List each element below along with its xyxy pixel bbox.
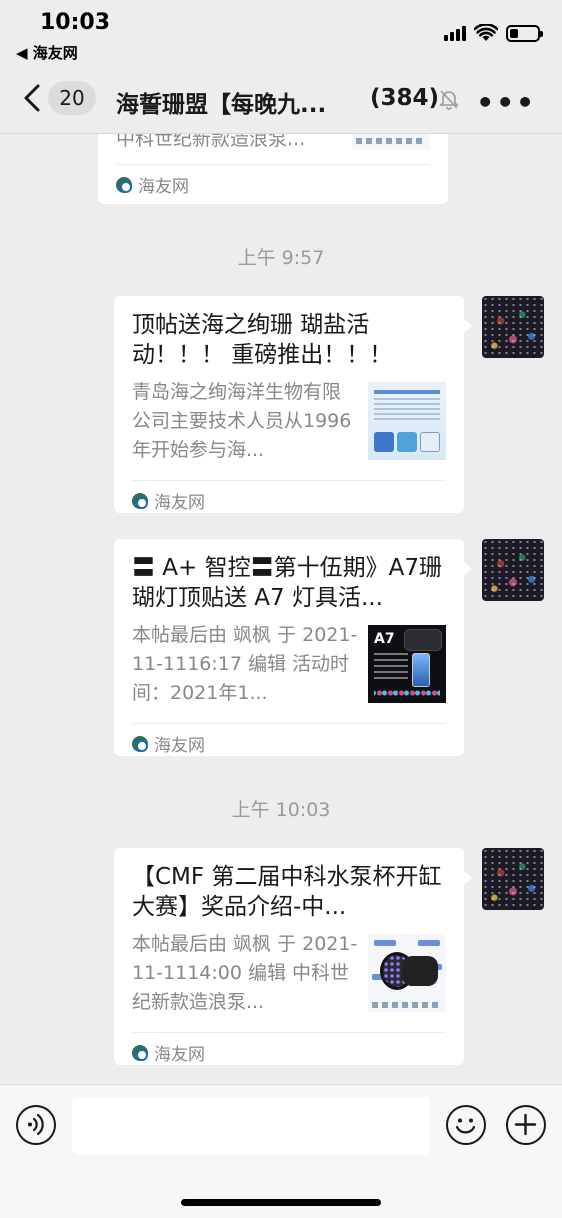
bubble-arrow xyxy=(463,318,472,334)
timestamp: 上午 9:57 xyxy=(237,247,325,269)
battery-level xyxy=(510,28,518,38)
message-input-bar xyxy=(0,1084,562,1218)
bubble-arrow xyxy=(463,561,472,577)
back-arrow-icon[interactable] xyxy=(18,82,48,114)
reef-salt-product-thumbnail xyxy=(368,382,446,460)
card-source-label: 海友网 xyxy=(138,177,189,197)
card-title: 〓 A+ 智控〓第十伍期》A7珊 瑚灯顶贴送 A7 灯具活... xyxy=(132,555,442,611)
card-description: 中科世纪新款造浪泵... xyxy=(116,134,306,150)
member-count: (384) xyxy=(370,85,440,111)
message-text-input[interactable] xyxy=(72,1097,430,1155)
sender-avatar[interactable] xyxy=(482,539,544,601)
wifi-icon xyxy=(474,24,498,41)
emoji-icon[interactable] xyxy=(446,1105,486,1145)
card-title: 【CMF 第二届中科水泵杯开缸大赛】奖品介绍-中... xyxy=(132,864,442,920)
card-description: 本帖最后由 飒枫 于 2021-11-1114:00 编辑 中科世纪新款造浪泵.… xyxy=(132,933,358,1013)
a7-lamp-thumbnail: A7 xyxy=(368,625,446,703)
status-time: 10:03 xyxy=(40,10,111,35)
haiyouwang-logo-icon xyxy=(132,1044,148,1061)
card-source: 海友网 xyxy=(132,723,446,763)
chat-title: 海誓珊盟【每晚九... xyxy=(116,92,327,118)
card-title: 顶帖送海之绚珊 瑚盐活动！！！ 重磅推出！！！ xyxy=(132,312,393,368)
home-indicator[interactable] xyxy=(181,1199,381,1206)
bubble-arrow xyxy=(463,870,472,886)
battery-icon xyxy=(506,24,543,42)
card-description: 青岛海之绚海洋生物有限公司主要技术人员从1996年开始参与海... xyxy=(132,381,352,461)
card-body: 本帖最后由 飒枫 于 2021-11-1114:00 编辑 中科世纪新款造浪泵.… xyxy=(132,930,446,1022)
card-source-label: 海友网 xyxy=(154,736,205,756)
haiyouwang-logo-icon xyxy=(132,735,148,752)
mute-bell-icon xyxy=(439,90,459,110)
back-to-app-link[interactable]: ◀ 海友网 xyxy=(16,42,78,63)
card-source: 海友网 xyxy=(132,1032,446,1072)
card-body: 本帖最后由 飒枫 于 2021-11-1116:17 编辑 活动时间：2021年… xyxy=(132,621,446,713)
cellular-signal-icon xyxy=(444,25,466,41)
card-source: 海友网 xyxy=(132,480,446,520)
card-source-label: 海友网 xyxy=(154,1045,205,1065)
chat-header: 20 海誓珊盟【每晚九... (384) ••• xyxy=(0,64,562,134)
chat-message-list[interactable]: 中科世纪新款造浪泵... 海友网 上午 9:57 顶帖送海之绚珊 瑚盐活动！！！… xyxy=(0,134,562,1084)
status-bar: 10:03 ◀ 海友网 xyxy=(0,0,562,64)
card-description: 本帖最后由 飒枫 于 2021-11-1116:17 编辑 活动时间：2021年… xyxy=(132,624,358,704)
haiyouwang-logo-icon xyxy=(116,176,132,193)
thumbnail-label: A7 xyxy=(374,631,395,647)
status-icons xyxy=(444,24,543,42)
sender-avatar[interactable] xyxy=(482,848,544,910)
link-card[interactable]: 【CMF 第二届中科水泵杯开缸大赛】奖品介绍-中... 本帖最后由 飒枫 于 2… xyxy=(114,848,472,1065)
link-card-partial[interactable]: 中科世纪新款造浪泵... 海友网 xyxy=(98,134,448,204)
card-body: 青岛海之绚海洋生物有限公司主要技术人员从1996年开始参与海... xyxy=(132,378,446,470)
link-card[interactable]: 〓 A+ 智控〓第十伍期》A7珊 瑚灯顶贴送 A7 灯具活... 本帖最后由 飒… xyxy=(114,539,472,756)
more-options-button[interactable]: ••• xyxy=(476,86,536,119)
link-card[interactable]: 顶帖送海之绚珊 瑚盐活动！！！ 重磅推出！！！ 青岛海之绚海洋生物有限公司主要技… xyxy=(114,296,472,513)
wave-pump-thumbnail xyxy=(368,934,446,1012)
voice-icon[interactable] xyxy=(16,1105,56,1145)
unread-count-badge[interactable]: 20 xyxy=(48,81,96,115)
haiyouwang-logo-icon xyxy=(132,492,148,509)
plus-icon[interactable] xyxy=(506,1105,546,1145)
card-source-label: 海友网 xyxy=(154,493,205,513)
timestamp: 上午 10:03 xyxy=(231,799,331,821)
sender-avatar[interactable] xyxy=(482,296,544,358)
card-source: 海友网 xyxy=(116,164,430,204)
wave-pump-thumbnail xyxy=(352,134,430,150)
